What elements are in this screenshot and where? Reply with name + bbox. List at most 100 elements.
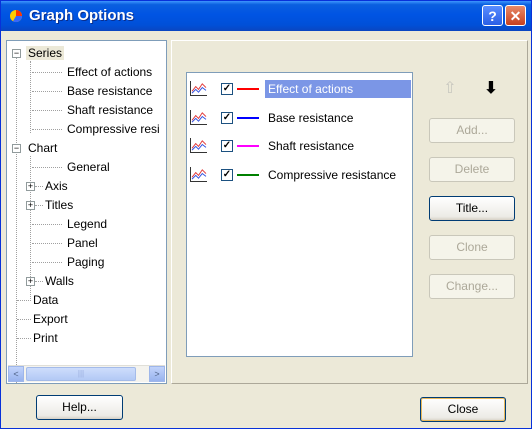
tree-item-label: Base resistance [67,84,153,98]
tree-item-label: Effect of actions [67,65,153,79]
tree-item-legend[interactable]: Legend [67,215,107,233]
tree-item-general[interactable]: General [67,158,110,176]
move-up-arrow-icon[interactable]: ⇧ [441,80,459,98]
series-row-effect-of-actions[interactable]: ✓ Effect of actions [189,78,411,100]
collapse-icon[interactable]: − [12,144,21,153]
tree-connector [35,186,43,187]
scroll-left-icon: < [13,369,19,379]
tree-item-series[interactable]: Series [26,44,65,62]
tree-connector [17,319,31,320]
tree-item-label: Legend [67,217,108,231]
tree-item-effect-of-actions[interactable]: Effect of actions [67,63,152,81]
grip-icon: ||| [77,369,85,378]
series-visible-checkbox[interactable]: ✓ [221,112,233,124]
tree-connector [32,110,62,111]
series-list[interactable]: ✓ Effect of actions ✓ Base resistance ✓ … [186,72,413,357]
tree-item-panel[interactable]: Panel [67,234,98,252]
series-color-swatch [237,174,259,176]
close-button[interactable]: Close [420,397,506,422]
tree-item-label: Data [33,293,59,307]
graph-options-dialog: Graph Options ? ✕ − Series Effect of act… [0,0,532,429]
series-label: Compressive resistance [268,168,397,182]
clone-button[interactable]: Clone [429,235,515,260]
series-row-compressive-resistance[interactable]: ✓ Compressive resistance [189,164,410,186]
move-down-arrow-icon[interactable]: ⬇ [482,80,500,98]
window-title: Graph Options [29,7,134,24]
tree-connector [32,262,62,263]
tree-connector [17,338,31,339]
tree-item-label: Paging [67,255,105,269]
tree-connector [32,167,62,168]
tree-item-export[interactable]: Export [33,310,68,328]
tree-item-axis[interactable]: Axis [45,177,68,195]
series-color-swatch [237,88,259,90]
close-title-button[interactable]: ✕ [505,5,526,26]
help-icon: ? [488,8,497,24]
tree-item-data[interactable]: Data [33,291,58,309]
tree-item-label: Panel [67,236,98,250]
series-visible-checkbox[interactable]: ✓ [221,140,233,152]
tree-item-label: Axis [45,179,68,193]
line-chart-icon [190,138,207,153]
series-label: Shaft resistance [268,139,355,153]
series-label: Base resistance [268,111,354,125]
series-row-base-resistance[interactable]: ✓ Base resistance [189,107,410,129]
tree-series-line [30,61,31,133]
tree-item-shaft-resistance[interactable]: Shaft resistance [67,101,153,119]
tree-item-walls[interactable]: Walls [45,272,74,290]
checkmark-icon: ✓ [222,140,232,151]
checkmark-icon: ✓ [222,169,232,180]
tree-connector [32,224,62,225]
series-visible-checkbox[interactable]: ✓ [221,83,233,95]
change-button[interactable]: Change... [429,274,515,299]
scrollbar-thumb[interactable]: ||| [26,367,136,381]
collapse-icon[interactable]: − [12,49,21,58]
checkmark-icon: ✓ [222,112,232,123]
tree-connector [35,281,43,282]
expand-icon[interactable]: + [26,277,35,286]
checkmark-icon: ✓ [222,83,232,94]
tree-item-label: Compressive resi [67,122,160,136]
scroll-right-button[interactable]: > [149,366,165,382]
tree-connector [32,72,62,73]
tree-root-line [16,53,17,383]
tree-item-titles[interactable]: Titles [45,196,73,214]
tree-item-label: Chart [28,141,58,155]
help-button[interactable]: Help... [36,395,123,420]
delete-button[interactable]: Delete [429,157,515,182]
title-button[interactable]: Title... [429,196,515,221]
tree-item-print[interactable]: Print [33,329,58,347]
add-button[interactable]: Add... [429,118,515,143]
tree-connector [32,129,62,130]
tree-item-label: Titles [45,198,74,212]
series-visible-checkbox[interactable]: ✓ [221,169,233,181]
series-color-swatch [237,145,259,147]
tree-item-label: Print [33,331,58,345]
tree-item-chart[interactable]: Chart [28,139,57,157]
tree-connector [35,205,43,206]
tree-item-paging[interactable]: Paging [67,253,104,271]
expand-icon[interactable]: + [26,182,35,191]
options-tree[interactable]: − Series Effect of actions Base resistan… [6,40,167,384]
series-row-shaft-resistance[interactable]: ✓ Shaft resistance [189,135,410,157]
scroll-left-button[interactable]: < [8,366,24,382]
tree-item-label: Series [26,46,65,60]
tree-horizontal-scrollbar[interactable]: < ||| > [8,365,165,382]
tree-connector [17,300,31,301]
tree-item-label: Export [33,312,68,326]
tree-item-label: General [67,160,110,174]
tree-item-label: Shaft resistance [67,103,154,117]
close-icon: ✕ [509,8,522,24]
scroll-right-icon: > [154,369,160,379]
expand-icon[interactable]: + [26,201,35,210]
help-title-button[interactable]: ? [482,5,503,26]
tree-item-base-resistance[interactable]: Base resistance [67,82,152,100]
tree-connector [32,243,62,244]
line-chart-icon [190,110,207,125]
title-bar[interactable]: Graph Options ? ✕ [1,1,531,31]
line-chart-icon [190,167,207,182]
series-color-swatch [237,117,259,119]
tree-item-compressive-resistance[interactable]: Compressive resi [67,120,160,138]
series-label: Effect of actions [265,80,411,98]
line-chart-icon [190,81,207,96]
